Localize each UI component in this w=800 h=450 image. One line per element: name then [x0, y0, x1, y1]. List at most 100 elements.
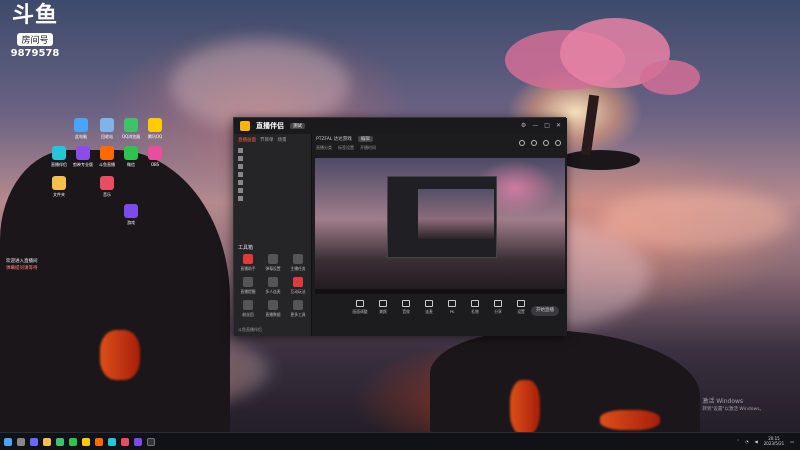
scene-row[interactable] [234, 170, 311, 178]
tab-live-scene[interactable]: 直播画面 [238, 137, 256, 143]
tool-item[interactable]: 粉丝团 [237, 300, 259, 318]
obs-icon[interactable] [147, 437, 155, 446]
clock[interactable]: 20:15 2023/5/21 [764, 436, 785, 446]
folder-icon[interactable] [43, 437, 51, 446]
start-icon[interactable] [4, 437, 12, 446]
network-icon[interactable]: ◔ [745, 439, 749, 444]
start-live-button[interactable]: 开始直播 [531, 306, 559, 316]
wallpaper-tree [580, 94, 600, 156]
music-icon[interactable] [121, 437, 129, 446]
taskbar: ˄ ◔ ◀ 20:15 2023/5/21 ▭ [0, 432, 800, 450]
left-panel: 直播画面 节目单 场景 工具箱 直播助手 弹幕设置 主播任务 直播提醒 多人连麦… [234, 134, 312, 336]
desktop-icon-glyph [100, 176, 114, 190]
desktop-icon[interactable]: QQ浏览器 [118, 118, 144, 139]
desktop-icon[interactable]: 文件夹 [46, 176, 72, 197]
search-icon[interactable] [17, 437, 25, 446]
scene-icon [238, 163, 243, 169]
bottom-tool[interactable]: 画面调整 [352, 300, 368, 315]
more-icon[interactable] [555, 140, 561, 146]
desktop-icon[interactable]: 直播伴侣 [46, 146, 72, 167]
desktop-icon[interactable]: OBS [142, 146, 168, 167]
header-icons [519, 140, 561, 146]
desktop-icon[interactable]: 微信 [118, 146, 144, 167]
desktop-icon[interactable]: 回收站 [94, 118, 120, 139]
tool-item[interactable]: 直播助手 [237, 254, 259, 272]
bottom-tool[interactable]: 音效 [398, 300, 414, 315]
edit-button[interactable]: 编辑 [357, 136, 373, 142]
minimize-icon[interactable]: — [532, 122, 538, 129]
tool-item[interactable]: 直播数据 [262, 300, 284, 318]
chevron-up-icon[interactable]: ˄ [737, 439, 739, 444]
bottom-tool[interactable]: 设置 [513, 300, 529, 315]
desktop-icon[interactable]: 音乐 [94, 176, 120, 197]
stream-info: PTZFAL 达达游戏 编辑 [316, 136, 373, 142]
side-notes: 欢迎进入直播间 弹幕提问请等待 [6, 259, 38, 271]
tool-icon [293, 254, 303, 264]
tool-item[interactable]: 多人连麦 [262, 277, 284, 295]
desktop-icon[interactable]: 游戏 [118, 204, 144, 225]
version-badge[interactable]: 测试 [290, 123, 305, 129]
desktop-icon[interactable]: 腾讯QQ [142, 118, 168, 139]
system-tray: ˄ ◔ ◀ 20:15 2023/5/21 ▭ [737, 436, 794, 446]
activation-watermark: 激活 Windows 转到"设置"以激活 Windows。 [702, 398, 764, 412]
tool-icon [243, 277, 253, 287]
bottom-tool[interactable]: 连麦 [421, 300, 437, 315]
scene-icon [238, 155, 243, 161]
bottom-toolbar: 画面调整 美颜 音效 连麦 PK 礼物 分享 设置 [352, 300, 529, 315]
scene-row[interactable] [234, 162, 311, 170]
message-icon[interactable] [531, 140, 537, 146]
share-icon[interactable] [519, 140, 525, 146]
douyu-icon[interactable] [95, 437, 103, 446]
bottom-tool[interactable]: 美颜 [375, 300, 391, 315]
tab-scene[interactable]: 场景 [278, 137, 287, 143]
scene-row[interactable] [234, 186, 311, 194]
live-assistant-icon[interactable] [108, 437, 116, 446]
browser-icon[interactable] [56, 437, 64, 446]
task-view-icon[interactable] [30, 437, 38, 446]
tab-program[interactable]: 节目单 [260, 137, 274, 143]
stream-preview[interactable] [315, 158, 565, 294]
scene-row[interactable] [234, 178, 311, 186]
tool-item[interactable]: 更多工具 [287, 300, 309, 318]
user-icon[interactable] [543, 140, 549, 146]
notification-icon[interactable]: ▭ [790, 439, 794, 444]
desktop-icon[interactable]: 斗鱼直播 [94, 146, 120, 167]
app-title-bar: 直播伴侣 测试 ⚙ — □ ✕ [234, 118, 567, 134]
tool-item[interactable]: 直播提醒 [237, 277, 259, 295]
tool-item[interactable]: 弹幕设置 [262, 254, 284, 272]
desktop-icon-glyph [124, 204, 138, 218]
tool-item[interactable]: 互动玩法 [287, 277, 309, 295]
scene-row[interactable] [234, 194, 311, 202]
right-panel: PTZFAL 达达游戏 编辑 直播分类 标签设置 开播时间 画面调整 美颜 音效… [312, 134, 567, 336]
scene-row[interactable] [234, 154, 311, 162]
settings-icon[interactable]: ⚙ [521, 122, 526, 129]
maximize-icon[interactable]: □ [544, 122, 550, 129]
close-icon[interactable]: ✕ [556, 122, 561, 129]
desktop-icon[interactable]: 剪映专业版 [70, 146, 96, 167]
room-logo: 斗鱼 房间号 9879578 [6, 4, 64, 60]
scene-row[interactable] [234, 146, 311, 154]
desktop-icon-glyph [124, 146, 138, 160]
app-title: 直播伴侣 [256, 122, 284, 130]
wallpaper-lava [510, 380, 540, 435]
wechat-icon[interactable] [69, 437, 77, 446]
qq-icon[interactable] [82, 437, 90, 446]
tool-icon [268, 277, 278, 287]
bottom-tool[interactable]: 分享 [490, 300, 506, 315]
desktop-icon-glyph [100, 118, 114, 132]
tool-icon [517, 300, 525, 307]
desktop-icon-glyph [148, 118, 162, 132]
volume-icon[interactable]: ◀ [755, 439, 758, 444]
game-icon[interactable] [134, 437, 142, 446]
desktop-icon[interactable]: 此电脑 [68, 118, 94, 139]
tool-icon [243, 254, 253, 264]
scene-icon [238, 171, 243, 177]
desktop-screen: 斗鱼 房间号 9879578 此电脑 回收站 QQ浏览器 腾讯QQ 直播伴侣 剪… [0, 0, 800, 450]
tool-icon [268, 300, 278, 310]
tool-icon [243, 300, 253, 310]
desktop-icon-glyph [76, 146, 90, 160]
tool-icon [268, 254, 278, 264]
bottom-tool[interactable]: 礼物 [467, 300, 483, 315]
tool-item[interactable]: 主播任务 [287, 254, 309, 272]
bottom-tool[interactable]: PK [444, 300, 460, 315]
